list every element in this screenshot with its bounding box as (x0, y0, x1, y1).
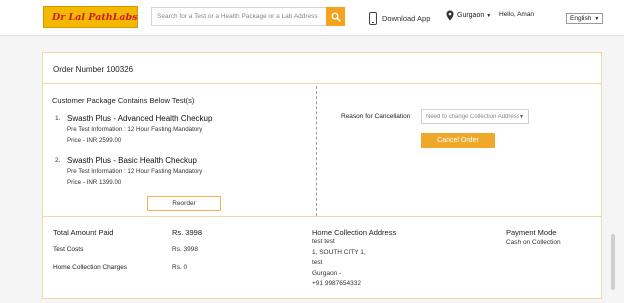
address-line: 1, SOUTH CITY 1, (312, 248, 366, 256)
search-bar (151, 7, 345, 26)
test-costs-value: Rs. 3998 (172, 246, 199, 253)
total-amount-label: Total Amount Paid (53, 228, 114, 237)
chevron-down-icon: ▼ (594, 15, 600, 22)
user-greeting[interactable]: Hello, Aman (499, 11, 534, 18)
address-line: test test (312, 238, 335, 245)
download-app-link[interactable]: Download App (369, 9, 430, 27)
test-name: Swasth Plus - Basic Health Checkup (67, 156, 197, 165)
language-select[interactable]: English ▼ (566, 13, 604, 24)
test-number: 2. (55, 157, 61, 164)
reorder-button[interactable]: Reorder (147, 196, 221, 211)
brand-logo[interactable]: Dr Lal PathLabs (43, 6, 138, 28)
test-name: Swasth Plus - Advanced Health Checkup (67, 114, 213, 123)
chevron-down-icon: ▼ (486, 12, 492, 19)
language-label: English (570, 15, 592, 22)
payment-mode-title: Payment Mode (506, 228, 557, 237)
scrollbar-thumb[interactable] (611, 234, 615, 290)
city-label: Gurgaon (457, 12, 485, 19)
address-line: test (312, 259, 323, 266)
search-icon (331, 12, 341, 22)
test-pre-info: Pre Test Information : 12 Hour Fasting M… (67, 168, 203, 175)
test-price: Price - INR 1399.00 (67, 179, 122, 186)
home-collection-charges-label: Home Collection Charges (53, 264, 128, 271)
top-header: Dr Lal PathLabs Download App Gurgaon ▼ H… (0, 0, 624, 36)
order-header-card: Order Number 100326 (42, 52, 602, 85)
download-app-label: Download App (382, 13, 431, 23)
location-pin-icon (446, 10, 454, 21)
cancellation-reason-label: Reason for Cancellation (341, 113, 411, 120)
city-selector[interactable]: Gurgaon ▼ (446, 10, 491, 21)
test-pre-info: Pre Test Information : 12 Hour Fasting M… (67, 126, 203, 133)
cancellation-reason-select[interactable]: Need to change Collection Address ▼ (421, 109, 529, 124)
home-collection-address: test test 1, SOUTH CITY 1, test Gurgaon … (312, 237, 366, 290)
order-summary-card: Total Amount Paid Rs. 3998 Test Costs Rs… (42, 216, 602, 299)
section-divider (316, 86, 317, 216)
order-number: Order Number 100326 (53, 65, 134, 74)
address-line: +91 9987654332 (312, 280, 361, 287)
search-input[interactable] (151, 7, 326, 26)
total-amount-value: Rs. 3998 (172, 228, 203, 237)
package-title: Customer Package Contains Below Test(s) (52, 96, 195, 105)
test-price: Price - INR 2599.00 (67, 137, 122, 144)
test-costs-label: Test Costs (53, 246, 84, 253)
chevron-down-icon: ▼ (519, 113, 524, 120)
cancel-order-button[interactable]: Cancel Order (421, 133, 495, 148)
test-item: 2. Swasth Plus - Basic Health Checkup Pr… (55, 156, 285, 190)
test-number: 1. (55, 115, 61, 122)
home-collection-charges-value: Rs. 0 (172, 264, 188, 271)
phone-icon (369, 11, 377, 25)
logo-text: Dr Lal PathLabs (52, 11, 138, 23)
test-item: 1. Swasth Plus - Advanced Health Checkup… (55, 114, 285, 148)
cancellation-reason-value: Need to change Collection Address (426, 113, 520, 120)
search-button[interactable] (326, 7, 345, 26)
order-details-card: Customer Package Contains Below Test(s) … (42, 83, 602, 217)
home-collection-address-title: Home Collection Address (312, 228, 397, 237)
address-line: Gurgaon - (312, 269, 342, 277)
payment-mode-value: Cash on Collection (506, 239, 561, 246)
